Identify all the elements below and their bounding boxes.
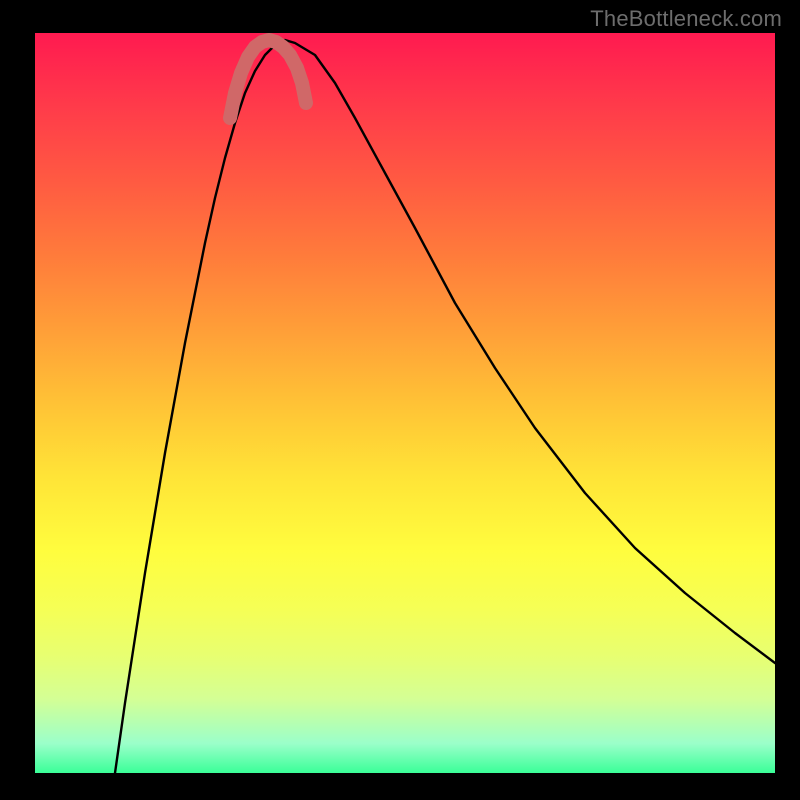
chart-plot-area [35,33,775,773]
watermark-text: TheBottleneck.com [590,6,782,32]
bottleneck-curve [115,40,775,773]
curve-svg [35,33,775,773]
chart-frame: TheBottleneck.com [0,0,800,800]
